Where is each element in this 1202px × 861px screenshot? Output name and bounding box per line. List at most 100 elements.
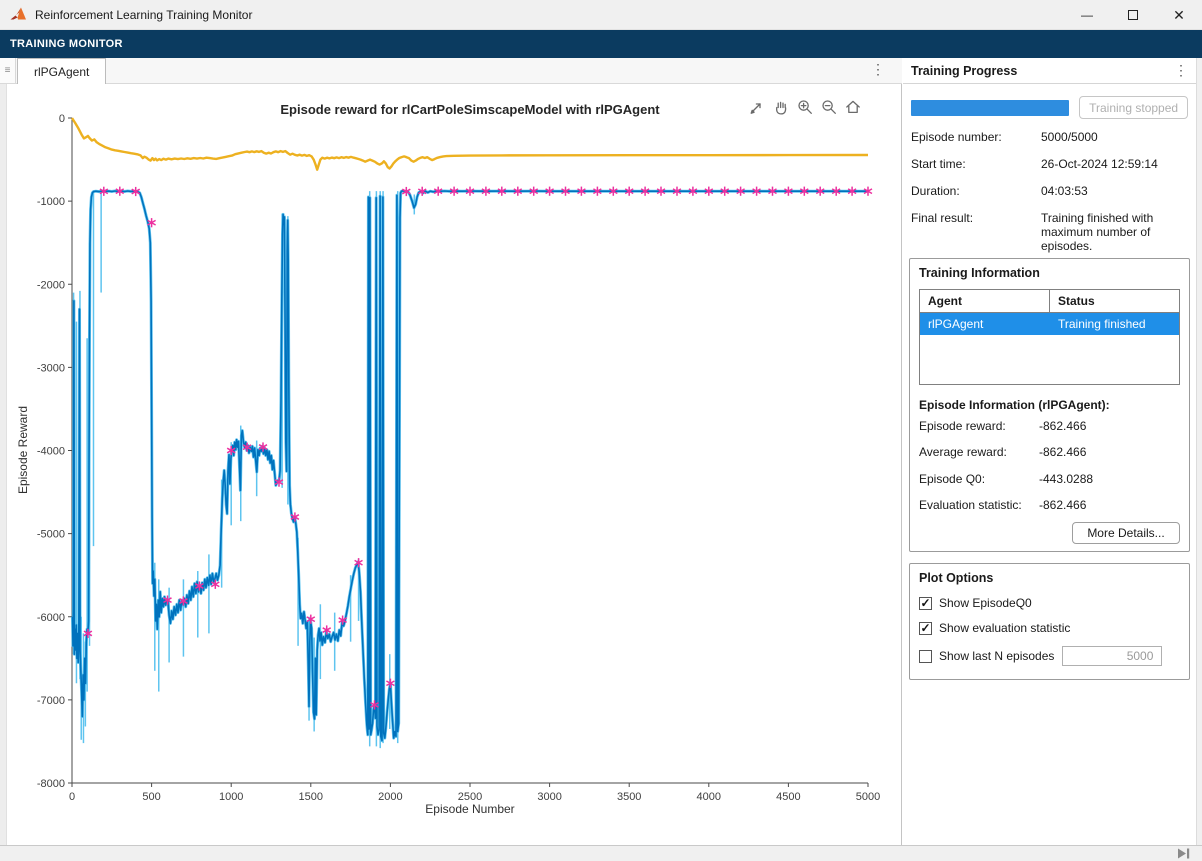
show-episodeq0-checkbox-row[interactable]: ✓ Show EpisodeQ0: [919, 596, 1180, 610]
more-details-button[interactable]: More Details...: [1072, 522, 1180, 544]
x-tick-label: 4000: [697, 791, 721, 803]
episode-q0-value: -443.0288: [1039, 472, 1093, 486]
episode-reward-value: -862.466: [1039, 419, 1086, 433]
zoom-out-icon[interactable]: [818, 96, 839, 117]
training-stopped-button[interactable]: Training stopped: [1079, 96, 1188, 119]
title-bar: Reinforcement Learning Training Monitor …: [0, 0, 1202, 30]
y-tick-label: -6000: [37, 612, 65, 624]
x-tick-label: 1500: [299, 791, 323, 803]
x-tick-label: 0: [69, 791, 75, 803]
last-n-episodes-input[interactable]: 5000: [1062, 646, 1162, 666]
figure-axes-toolbar: [746, 96, 863, 117]
average-reward-value: -862.466: [1039, 445, 1086, 459]
plot-options-section: Plot Options ✓ Show EpisodeQ0 ✓ Show eva…: [909, 563, 1190, 680]
figure-left-gutter: [0, 84, 7, 845]
agents-table-header: Agent Status: [920, 290, 1179, 313]
y-axis-label: Episode Reward: [16, 406, 30, 494]
tab-grip-icon[interactable]: ≡: [0, 58, 16, 84]
x-tick-label: 4500: [776, 791, 800, 803]
show-evaluation-statistic-label: Show evaluation statistic: [939, 621, 1070, 635]
export-icon[interactable]: [746, 96, 767, 117]
duration-label: Duration:: [911, 184, 1041, 198]
plot-options-title: Plot Options: [919, 571, 1180, 585]
skip-end-icon[interactable]: [1176, 847, 1192, 860]
average-reward-label: Average reward:: [919, 445, 1039, 459]
x-tick-label: 500: [142, 791, 160, 803]
maximize-button[interactable]: [1110, 0, 1156, 30]
final-result-value: Training finished with maximum number of…: [1041, 211, 1188, 253]
right-edge-strip: [1196, 58, 1202, 845]
maximize-icon: [1128, 10, 1138, 20]
x-axis-label: Episode Number: [425, 802, 514, 816]
evaluation-statistic-label: Evaluation statistic:: [919, 498, 1039, 512]
ribbon-tab-training-monitor[interactable]: TRAINING MONITOR: [0, 38, 123, 50]
document-tab-strip: ≡ rlPGAgent ⋮: [0, 58, 902, 84]
agent-column-header: Agent: [920, 290, 1050, 313]
show-evaluation-statistic-checkbox[interactable]: ✓: [919, 622, 932, 635]
episode-reward-label: Episode reward:: [919, 419, 1039, 433]
window-controls: — ✕: [1064, 0, 1202, 30]
y-tick-label: -4000: [37, 446, 65, 458]
evaluation-statistic-markers: [84, 187, 872, 710]
tab-rlpgagent[interactable]: rlPGAgent: [17, 58, 106, 84]
episode-number-label: Episode number:: [911, 130, 1041, 144]
show-last-n-episodes-checkbox-row[interactable]: Show last N episodes 5000: [919, 646, 1180, 666]
training-progress-panel: Training Progress ⋮ Training stopped Epi…: [903, 58, 1196, 845]
average-reward-series: [73, 191, 869, 741]
app-window: Reinforcement Learning Training Monitor …: [0, 0, 1202, 861]
y-tick-label: -1000: [37, 196, 65, 208]
episode-reward-series: [73, 191, 869, 741]
x-tick-label: 3500: [617, 791, 641, 803]
episode-number-value: 5000/5000: [1041, 130, 1188, 144]
show-last-n-episodes-label: Show last N episodes: [939, 649, 1054, 663]
minimize-button[interactable]: —: [1064, 0, 1110, 30]
episode-number-row: Episode number: 5000/5000: [911, 123, 1188, 150]
show-episodeq0-checkbox[interactable]: ✓: [919, 597, 932, 610]
tab-overflow-ellipsis-icon[interactable]: ⋮: [870, 61, 886, 78]
matlab-logo-icon: [9, 6, 27, 24]
y-tick-label: -5000: [37, 529, 65, 541]
start-time-value: 26-Oct-2024 12:59:14: [1041, 157, 1188, 171]
duration-value: 04:03:53: [1041, 184, 1188, 198]
episode-reward-row: Episode reward: -862.466: [919, 412, 1180, 439]
training-information-section: Training Information Agent Status rlPGAg…: [909, 258, 1190, 552]
panel-title: Training Progress: [911, 64, 1017, 78]
start-time-row: Start time: 26-Oct-2024 12:59:14: [911, 150, 1188, 177]
training-plot[interactable]: Episode reward for rlCartPoleSimscapeMod…: [7, 84, 902, 845]
zoom-in-icon[interactable]: [794, 96, 815, 117]
ribbon: TRAINING MONITOR: [0, 30, 1202, 58]
window-title: Reinforcement Learning Training Monitor: [35, 8, 252, 22]
evaluation-statistic-value: -862.466: [1039, 498, 1086, 512]
panel-menu-ellipsis-icon[interactable]: ⋮: [1174, 62, 1188, 79]
status-cell: Training finished: [1050, 313, 1179, 335]
duration-row: Duration: 04:03:53: [911, 177, 1188, 204]
agent-cell: rlPGAgent: [920, 313, 1050, 335]
show-evaluation-statistic-checkbox-row[interactable]: ✓ Show evaluation statistic: [919, 621, 1180, 635]
y-tick-label: 0: [59, 113, 65, 125]
panel-header: Training Progress ⋮: [903, 58, 1196, 84]
x-tick-label: 5000: [856, 791, 880, 803]
final-result-row: Final result: Training finished with max…: [911, 204, 1188, 259]
evaluation-statistic-row: Evaluation statistic: -862.466: [919, 492, 1180, 519]
y-tick-label: -7000: [37, 695, 65, 707]
show-episodeq0-label: Show EpisodeQ0: [939, 596, 1032, 610]
episode-information-title: Episode Information (rlPGAgent):: [919, 398, 1180, 412]
average-reward-row: Average reward: -862.466: [919, 439, 1180, 466]
close-button[interactable]: ✕: [1156, 0, 1202, 30]
final-result-label: Final result:: [911, 211, 1041, 253]
episode-q0-label: Episode Q0:: [919, 472, 1039, 486]
pan-icon[interactable]: [770, 96, 791, 117]
y-tick-label: -2000: [37, 279, 65, 291]
x-tick-label: 3000: [537, 791, 561, 803]
training-progress-bar: [911, 100, 1069, 116]
start-time-label: Start time:: [911, 157, 1041, 171]
home-icon[interactable]: [842, 96, 863, 117]
chart-title: Episode reward for rlCartPoleSimscapeMod…: [280, 102, 660, 117]
agent-table-row[interactable]: rlPGAgent Training finished: [920, 313, 1179, 335]
show-last-n-episodes-checkbox[interactable]: [919, 650, 932, 663]
x-tick-label: 2500: [458, 791, 482, 803]
episode-q0-series: [72, 118, 868, 170]
x-tick-label: 1000: [219, 791, 243, 803]
status-bar: [0, 845, 1202, 861]
episode-q0-row: Episode Q0: -443.0288: [919, 465, 1180, 492]
